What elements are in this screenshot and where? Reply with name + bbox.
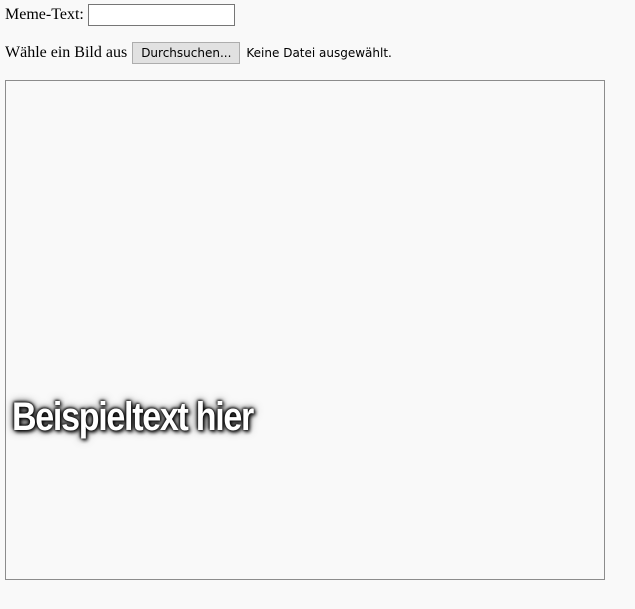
meme-text-label: Meme-Text: xyxy=(5,6,84,23)
meme-overlay-text: Beispieltext hier xyxy=(12,395,254,439)
image-select-label: Wähle ein Bild aus xyxy=(5,44,128,61)
meme-canvas: Beispieltext hier xyxy=(5,80,605,580)
file-status-text: Keine Datei ausgewählt. xyxy=(246,46,392,60)
browse-button[interactable]: Durchsuchen... xyxy=(132,42,241,64)
meme-text-input[interactable] xyxy=(87,4,235,26)
image-select-row: Wähle ein Bild aus Durchsuchen... Keine … xyxy=(5,41,392,65)
meme-text-row: Meme-Text: xyxy=(5,3,235,27)
